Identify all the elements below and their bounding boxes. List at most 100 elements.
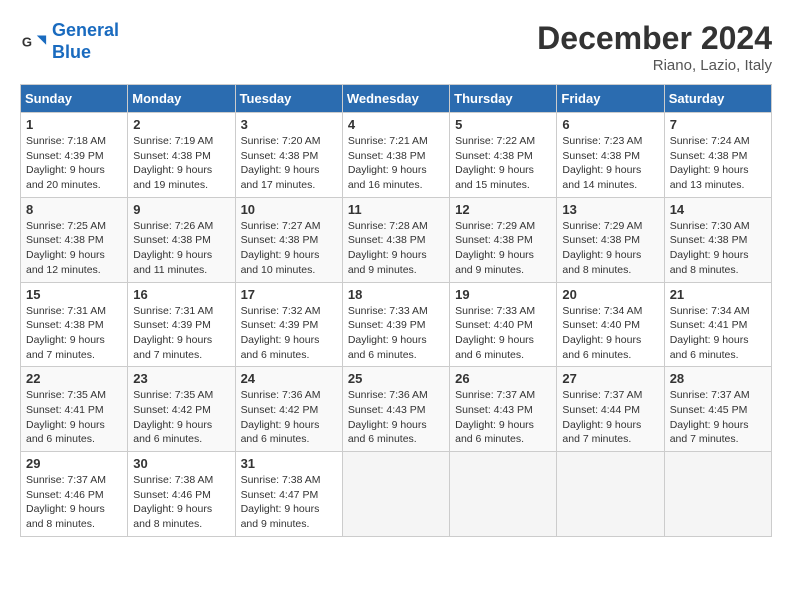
day-cell-30: 30 Sunrise: 7:38 AMSunset: 4:46 PMDaylig… <box>128 452 235 537</box>
day-info: Sunrise: 7:35 AMSunset: 4:42 PMDaylight:… <box>133 388 229 447</box>
day-number: 14 <box>670 202 766 217</box>
day-number: 15 <box>26 287 122 302</box>
day-info: Sunrise: 7:23 AMSunset: 4:38 PMDaylight:… <box>562 134 658 193</box>
day-info: Sunrise: 7:26 AMSunset: 4:38 PMDaylight:… <box>133 219 229 278</box>
day-cell-22: 22 Sunrise: 7:35 AMSunset: 4:41 PMDaylig… <box>21 367 128 452</box>
day-cell-9: 9 Sunrise: 7:26 AMSunset: 4:38 PMDayligh… <box>128 197 235 282</box>
week-row-4: 22 Sunrise: 7:35 AMSunset: 4:41 PMDaylig… <box>21 367 772 452</box>
day-cell-25: 25 Sunrise: 7:36 AMSunset: 4:43 PMDaylig… <box>342 367 449 452</box>
week-row-3: 15 Sunrise: 7:31 AMSunset: 4:38 PMDaylig… <box>21 282 772 367</box>
day-cell-28: 28 Sunrise: 7:37 AMSunset: 4:45 PMDaylig… <box>664 367 771 452</box>
day-number: 17 <box>241 287 337 302</box>
week-row-2: 8 Sunrise: 7:25 AMSunset: 4:38 PMDayligh… <box>21 197 772 282</box>
empty-cell <box>557 452 664 537</box>
day-info: Sunrise: 7:18 AMSunset: 4:39 PMDaylight:… <box>26 134 122 193</box>
day-cell-10: 10 Sunrise: 7:27 AMSunset: 4:38 PMDaylig… <box>235 197 342 282</box>
day-info: Sunrise: 7:29 AMSunset: 4:38 PMDaylight:… <box>562 219 658 278</box>
header-thursday: Thursday <box>450 85 557 113</box>
day-number: 8 <box>26 202 122 217</box>
day-cell-17: 17 Sunrise: 7:32 AMSunset: 4:39 PMDaylig… <box>235 282 342 367</box>
day-info: Sunrise: 7:37 AMSunset: 4:43 PMDaylight:… <box>455 388 551 447</box>
day-number: 21 <box>670 287 766 302</box>
day-number: 18 <box>348 287 444 302</box>
header-tuesday: Tuesday <box>235 85 342 113</box>
day-info: Sunrise: 7:37 AMSunset: 4:45 PMDaylight:… <box>670 388 766 447</box>
day-cell-14: 14 Sunrise: 7:30 AMSunset: 4:38 PMDaylig… <box>664 197 771 282</box>
empty-cell <box>342 452 449 537</box>
day-number: 24 <box>241 371 337 386</box>
day-cell-26: 26 Sunrise: 7:37 AMSunset: 4:43 PMDaylig… <box>450 367 557 452</box>
logo: G General Blue <box>20 20 119 63</box>
day-info: Sunrise: 7:19 AMSunset: 4:38 PMDaylight:… <box>133 134 229 193</box>
day-info: Sunrise: 7:34 AMSunset: 4:41 PMDaylight:… <box>670 304 766 363</box>
day-info: Sunrise: 7:30 AMSunset: 4:38 PMDaylight:… <box>670 219 766 278</box>
day-number: 28 <box>670 371 766 386</box>
week-row-5: 29 Sunrise: 7:37 AMSunset: 4:46 PMDaylig… <box>21 452 772 537</box>
day-number: 5 <box>455 117 551 132</box>
day-cell-2: 2 Sunrise: 7:19 AMSunset: 4:38 PMDayligh… <box>128 113 235 198</box>
header-monday: Monday <box>128 85 235 113</box>
day-number: 12 <box>455 202 551 217</box>
day-info: Sunrise: 7:37 AMSunset: 4:46 PMDaylight:… <box>26 473 122 532</box>
day-cell-29: 29 Sunrise: 7:37 AMSunset: 4:46 PMDaylig… <box>21 452 128 537</box>
day-cell-24: 24 Sunrise: 7:36 AMSunset: 4:42 PMDaylig… <box>235 367 342 452</box>
logo-line2: Blue <box>52 42 119 64</box>
day-info: Sunrise: 7:36 AMSunset: 4:42 PMDaylight:… <box>241 388 337 447</box>
day-cell-23: 23 Sunrise: 7:35 AMSunset: 4:42 PMDaylig… <box>128 367 235 452</box>
day-number: 26 <box>455 371 551 386</box>
day-info: Sunrise: 7:38 AMSunset: 4:46 PMDaylight:… <box>133 473 229 532</box>
day-cell-1: 1 Sunrise: 7:18 AMSunset: 4:39 PMDayligh… <box>21 113 128 198</box>
header-sunday: Sunday <box>21 85 128 113</box>
day-number: 6 <box>562 117 658 132</box>
day-cell-8: 8 Sunrise: 7:25 AMSunset: 4:38 PMDayligh… <box>21 197 128 282</box>
day-number: 9 <box>133 202 229 217</box>
day-number: 11 <box>348 202 444 217</box>
day-number: 25 <box>348 371 444 386</box>
day-info: Sunrise: 7:36 AMSunset: 4:43 PMDaylight:… <box>348 388 444 447</box>
week-row-1: 1 Sunrise: 7:18 AMSunset: 4:39 PMDayligh… <box>21 113 772 198</box>
day-number: 19 <box>455 287 551 302</box>
logo-icon: G <box>20 28 48 56</box>
day-number: 23 <box>133 371 229 386</box>
day-number: 7 <box>670 117 766 132</box>
empty-cell <box>450 452 557 537</box>
day-cell-21: 21 Sunrise: 7:34 AMSunset: 4:41 PMDaylig… <box>664 282 771 367</box>
day-number: 16 <box>133 287 229 302</box>
svg-text:G: G <box>22 34 32 49</box>
month-title: December 2024 <box>537 20 772 57</box>
day-cell-16: 16 Sunrise: 7:31 AMSunset: 4:39 PMDaylig… <box>128 282 235 367</box>
day-info: Sunrise: 7:21 AMSunset: 4:38 PMDaylight:… <box>348 134 444 193</box>
day-info: Sunrise: 7:20 AMSunset: 4:38 PMDaylight:… <box>241 134 337 193</box>
day-number: 10 <box>241 202 337 217</box>
day-info: Sunrise: 7:38 AMSunset: 4:47 PMDaylight:… <box>241 473 337 532</box>
header-friday: Friday <box>557 85 664 113</box>
day-number: 30 <box>133 456 229 471</box>
day-info: Sunrise: 7:22 AMSunset: 4:38 PMDaylight:… <box>455 134 551 193</box>
header-saturday: Saturday <box>664 85 771 113</box>
day-info: Sunrise: 7:31 AMSunset: 4:38 PMDaylight:… <box>26 304 122 363</box>
day-number: 3 <box>241 117 337 132</box>
day-number: 13 <box>562 202 658 217</box>
day-number: 20 <box>562 287 658 302</box>
day-number: 29 <box>26 456 122 471</box>
day-number: 1 <box>26 117 122 132</box>
location: Riano, Lazio, Italy <box>537 57 772 74</box>
day-info: Sunrise: 7:34 AMSunset: 4:40 PMDaylight:… <box>562 304 658 363</box>
day-info: Sunrise: 7:32 AMSunset: 4:39 PMDaylight:… <box>241 304 337 363</box>
day-number: 27 <box>562 371 658 386</box>
day-number: 22 <box>26 371 122 386</box>
logo-line1: General <box>52 20 119 40</box>
day-info: Sunrise: 7:33 AMSunset: 4:39 PMDaylight:… <box>348 304 444 363</box>
page-header: G General Blue December 2024 Riano, Lazi… <box>20 20 772 74</box>
title-block: December 2024 Riano, Lazio, Italy <box>537 20 772 74</box>
day-cell-3: 3 Sunrise: 7:20 AMSunset: 4:38 PMDayligh… <box>235 113 342 198</box>
day-cell-12: 12 Sunrise: 7:29 AMSunset: 4:38 PMDaylig… <box>450 197 557 282</box>
header-wednesday: Wednesday <box>342 85 449 113</box>
day-cell-6: 6 Sunrise: 7:23 AMSunset: 4:38 PMDayligh… <box>557 113 664 198</box>
empty-cell <box>664 452 771 537</box>
day-info: Sunrise: 7:37 AMSunset: 4:44 PMDaylight:… <box>562 388 658 447</box>
day-info: Sunrise: 7:35 AMSunset: 4:41 PMDaylight:… <box>26 388 122 447</box>
day-info: Sunrise: 7:28 AMSunset: 4:38 PMDaylight:… <box>348 219 444 278</box>
day-cell-5: 5 Sunrise: 7:22 AMSunset: 4:38 PMDayligh… <box>450 113 557 198</box>
day-number: 31 <box>241 456 337 471</box>
